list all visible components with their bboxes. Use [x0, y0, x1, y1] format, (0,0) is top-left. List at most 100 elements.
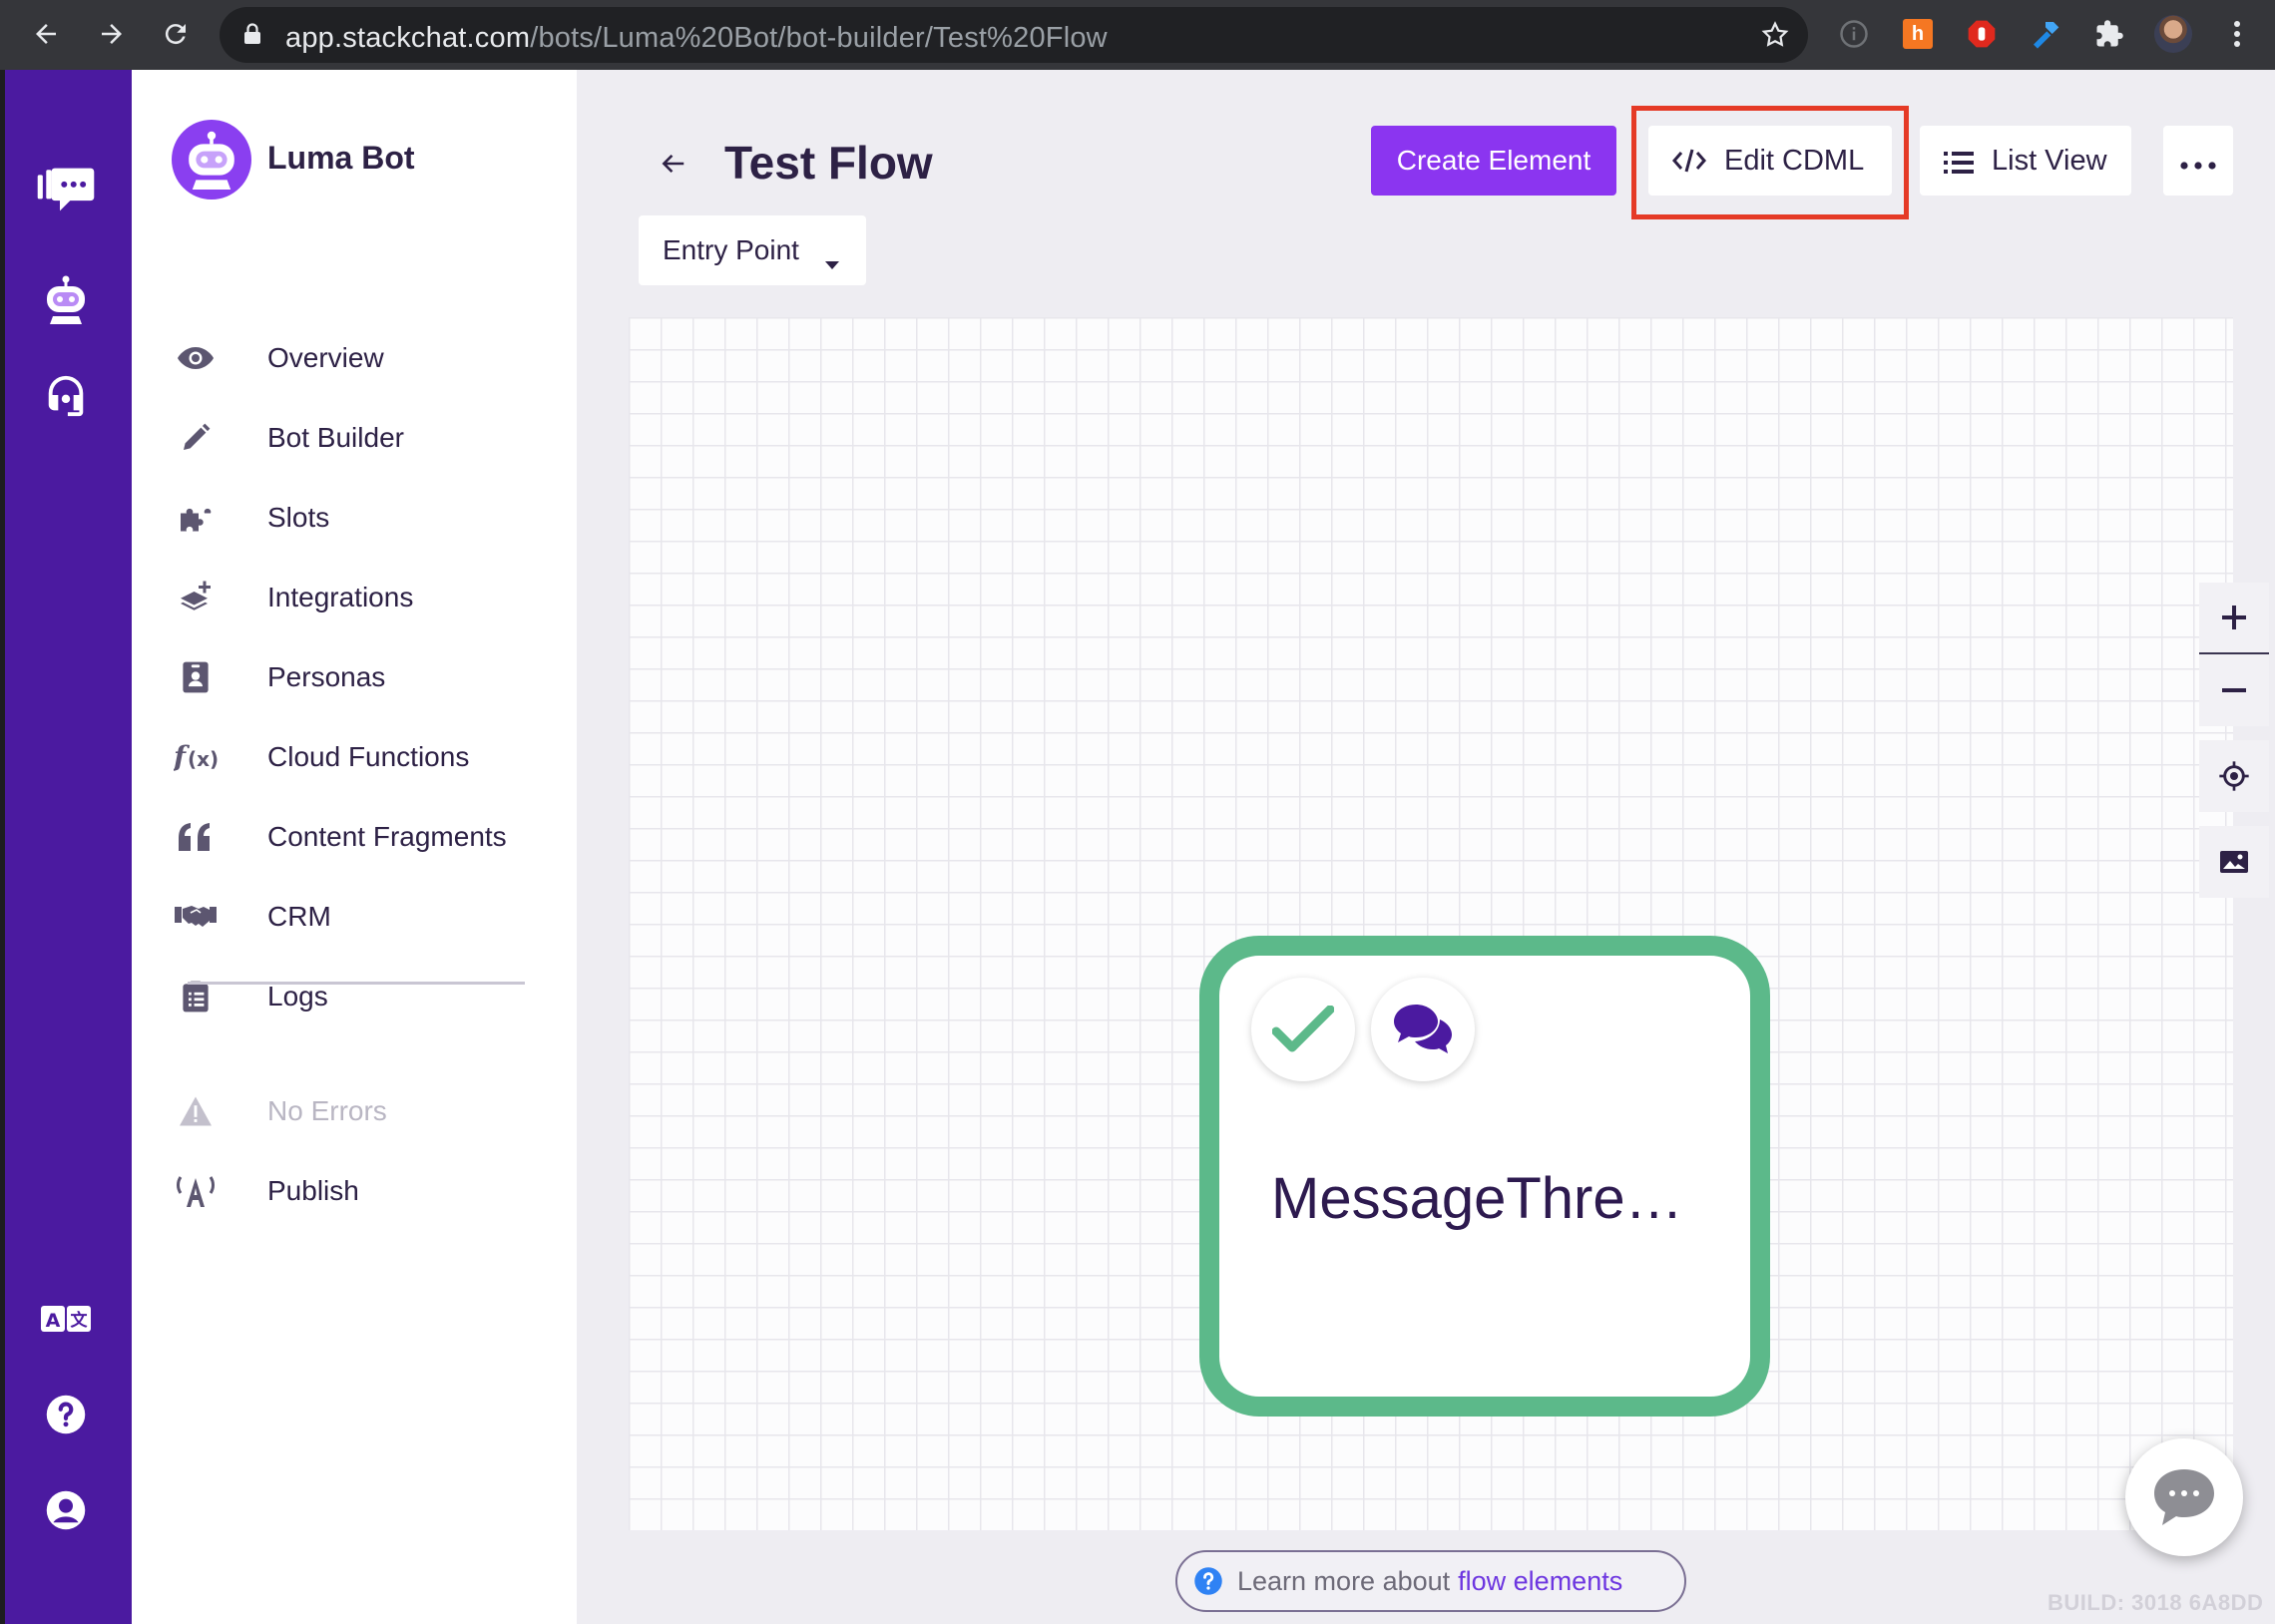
- bot-icon[interactable]: [36, 269, 96, 329]
- profile-avatar[interactable]: [2153, 14, 2193, 54]
- flow-editor: Test Flow Create Element Edit CDML List …: [577, 70, 2275, 1624]
- help-icon[interactable]: [36, 1385, 96, 1444]
- browser-reload-icon[interactable]: [156, 14, 196, 54]
- canvas-controls: [2199, 583, 2269, 898]
- url-path: /bots/Luma%20Bot/bot-builder/Test%20Flow: [530, 22, 1108, 54]
- flow-canvas[interactable]: MessageThre…: [629, 317, 2269, 1530]
- list-icon: [1944, 150, 1974, 183]
- id-badge-icon: [172, 653, 220, 701]
- browser-forward-icon[interactable]: [92, 14, 132, 54]
- list-view-label: List View: [1992, 145, 2107, 177]
- browser-menu-icon[interactable]: [2217, 14, 2257, 54]
- sidebar-item-label: Cloud Functions: [267, 741, 470, 772]
- export-image-button[interactable]: [2199, 826, 2269, 898]
- list-view-button[interactable]: List View: [1920, 126, 2131, 196]
- checkmark-icon: [1272, 1006, 1334, 1052]
- sidebar-divider: [188, 982, 525, 985]
- rail-edge: [0, 70, 5, 1624]
- warning-icon: [172, 1087, 220, 1135]
- sidebar-item-overview[interactable]: Overview: [172, 333, 551, 383]
- stackchat-logo-icon[interactable]: [36, 160, 96, 219]
- address-bar[interactable]: app.stackchat.com/bots/Luma%20Bot/bot-bu…: [220, 7, 1808, 63]
- flow-elements-link[interactable]: flow elements: [1458, 1566, 1622, 1597]
- account-icon[interactable]: [36, 1480, 96, 1540]
- create-element-button[interactable]: Create Element: [1371, 126, 1616, 196]
- svg-text:文: 文: [71, 1310, 89, 1331]
- sidebar-item-publish[interactable]: Publish: [172, 1166, 551, 1216]
- function-icon: f (x): [172, 733, 220, 781]
- chat-bubble-icon: [2154, 1469, 2214, 1525]
- more-options-button[interactable]: [2163, 126, 2233, 196]
- dropdown-label: Entry Point: [663, 234, 799, 265]
- clipboard-icon: [172, 973, 220, 1020]
- info-extension-icon[interactable]: [1834, 14, 1874, 54]
- plus-icon: [2222, 606, 2246, 629]
- recenter-button[interactable]: [2199, 740, 2269, 812]
- translate-icon[interactable]: A文: [36, 1289, 96, 1349]
- hubspot-extension-icon[interactable]: h: [1898, 14, 1938, 54]
- pencil-icon: [172, 414, 220, 462]
- sidebar-item-label: Content Fragments: [267, 821, 507, 852]
- adblock-extension-icon[interactable]: [1962, 14, 2002, 54]
- sidebar-item-cloud-functions[interactable]: f (x) Cloud Functions: [172, 732, 551, 782]
- edit-cdml-button[interactable]: Edit CDML: [1648, 126, 1892, 196]
- sidebar-item-bot-builder[interactable]: Bot Builder: [172, 413, 551, 463]
- node-status-badge: [1251, 978, 1355, 1081]
- layers-plus-icon: [172, 574, 220, 621]
- sidebar-item-content-fragments[interactable]: Content Fragments: [172, 812, 551, 862]
- sidebar-item-label: Publish: [267, 1175, 359, 1206]
- zoom-in-button[interactable]: [2199, 583, 2269, 654]
- learn-more-text: Learn more about: [1237, 1565, 1451, 1596]
- sidebar-item-label: Logs: [267, 981, 328, 1012]
- sidebar-item-slots[interactable]: Slots: [172, 493, 551, 543]
- image-icon: [2220, 851, 2248, 873]
- bot-sidebar: Luma Bot Overview Bot Builder Slots Inte…: [132, 70, 577, 1624]
- crosshair-icon: [2219, 761, 2249, 791]
- sidebar-item-label: Bot Builder: [267, 422, 404, 453]
- chat-widget-button[interactable]: [2125, 1438, 2243, 1556]
- url-host: app.stackchat.com: [285, 22, 531, 54]
- svg-text:(x): (x): [188, 747, 218, 771]
- minus-icon: [2222, 688, 2246, 692]
- broadcast-icon: [172, 1167, 220, 1215]
- sidebar-item-logs[interactable]: Logs: [172, 972, 551, 1021]
- bookmark-star-icon[interactable]: [1760, 20, 1790, 55]
- back-arrow-icon[interactable]: [651, 142, 694, 186]
- sidebar-item-label: Integrations: [267, 582, 414, 612]
- more-horizontal-icon: [2180, 145, 2216, 178]
- global-nav-rail: A文: [0, 70, 132, 1624]
- puzzle-extension-icon[interactable]: [2089, 14, 2129, 54]
- puzzle-icon: [172, 494, 220, 542]
- handshake-icon: [172, 893, 220, 941]
- entry-point-dropdown[interactable]: Entry Point: [639, 215, 866, 285]
- eye-icon: [172, 334, 220, 382]
- bot-name: Luma Bot: [267, 140, 415, 176]
- lock-icon: [243, 23, 261, 50]
- node-title: MessageThre…: [1271, 1166, 1683, 1231]
- help-circle-icon: [1193, 1566, 1223, 1596]
- sidebar-item-label: CRM: [267, 901, 331, 932]
- hammer-extension-icon[interactable]: [2026, 14, 2065, 54]
- sidebar-item-crm[interactable]: CRM: [172, 892, 551, 942]
- sidebar-item-integrations[interactable]: Integrations: [172, 573, 551, 622]
- quote-icon: [172, 813, 220, 861]
- node-type-badge: [1371, 978, 1475, 1081]
- browser-back-icon[interactable]: [26, 14, 66, 54]
- edit-cdml-label: Edit CDML: [1724, 145, 1865, 177]
- svg-text:A: A: [46, 1310, 61, 1332]
- build-label: BUILD: 3018 6A8DD: [2048, 1590, 2264, 1615]
- learn-more-banner: Learn more about flow elements: [1175, 1550, 1686, 1612]
- zoom-out-button[interactable]: [2199, 654, 2269, 726]
- chat-bubbles-icon: [1394, 1005, 1452, 1053]
- sidebar-item-label: Overview: [267, 342, 384, 373]
- caret-down-icon: [824, 245, 840, 277]
- browser-toolbar: app.stackchat.com/bots/Luma%20Bot/bot-bu…: [0, 0, 2275, 70]
- sidebar-item-label: Slots: [267, 502, 330, 533]
- code-icon: [1672, 148, 1706, 182]
- page-title: Test Flow: [724, 137, 933, 189]
- sidebar-item-personas[interactable]: Personas: [172, 652, 551, 702]
- headset-icon[interactable]: [36, 365, 96, 425]
- status-no-errors: No Errors: [172, 1086, 551, 1136]
- status-label: No Errors: [267, 1095, 387, 1126]
- flow-node-message-thread[interactable]: MessageThre…: [1199, 936, 1770, 1417]
